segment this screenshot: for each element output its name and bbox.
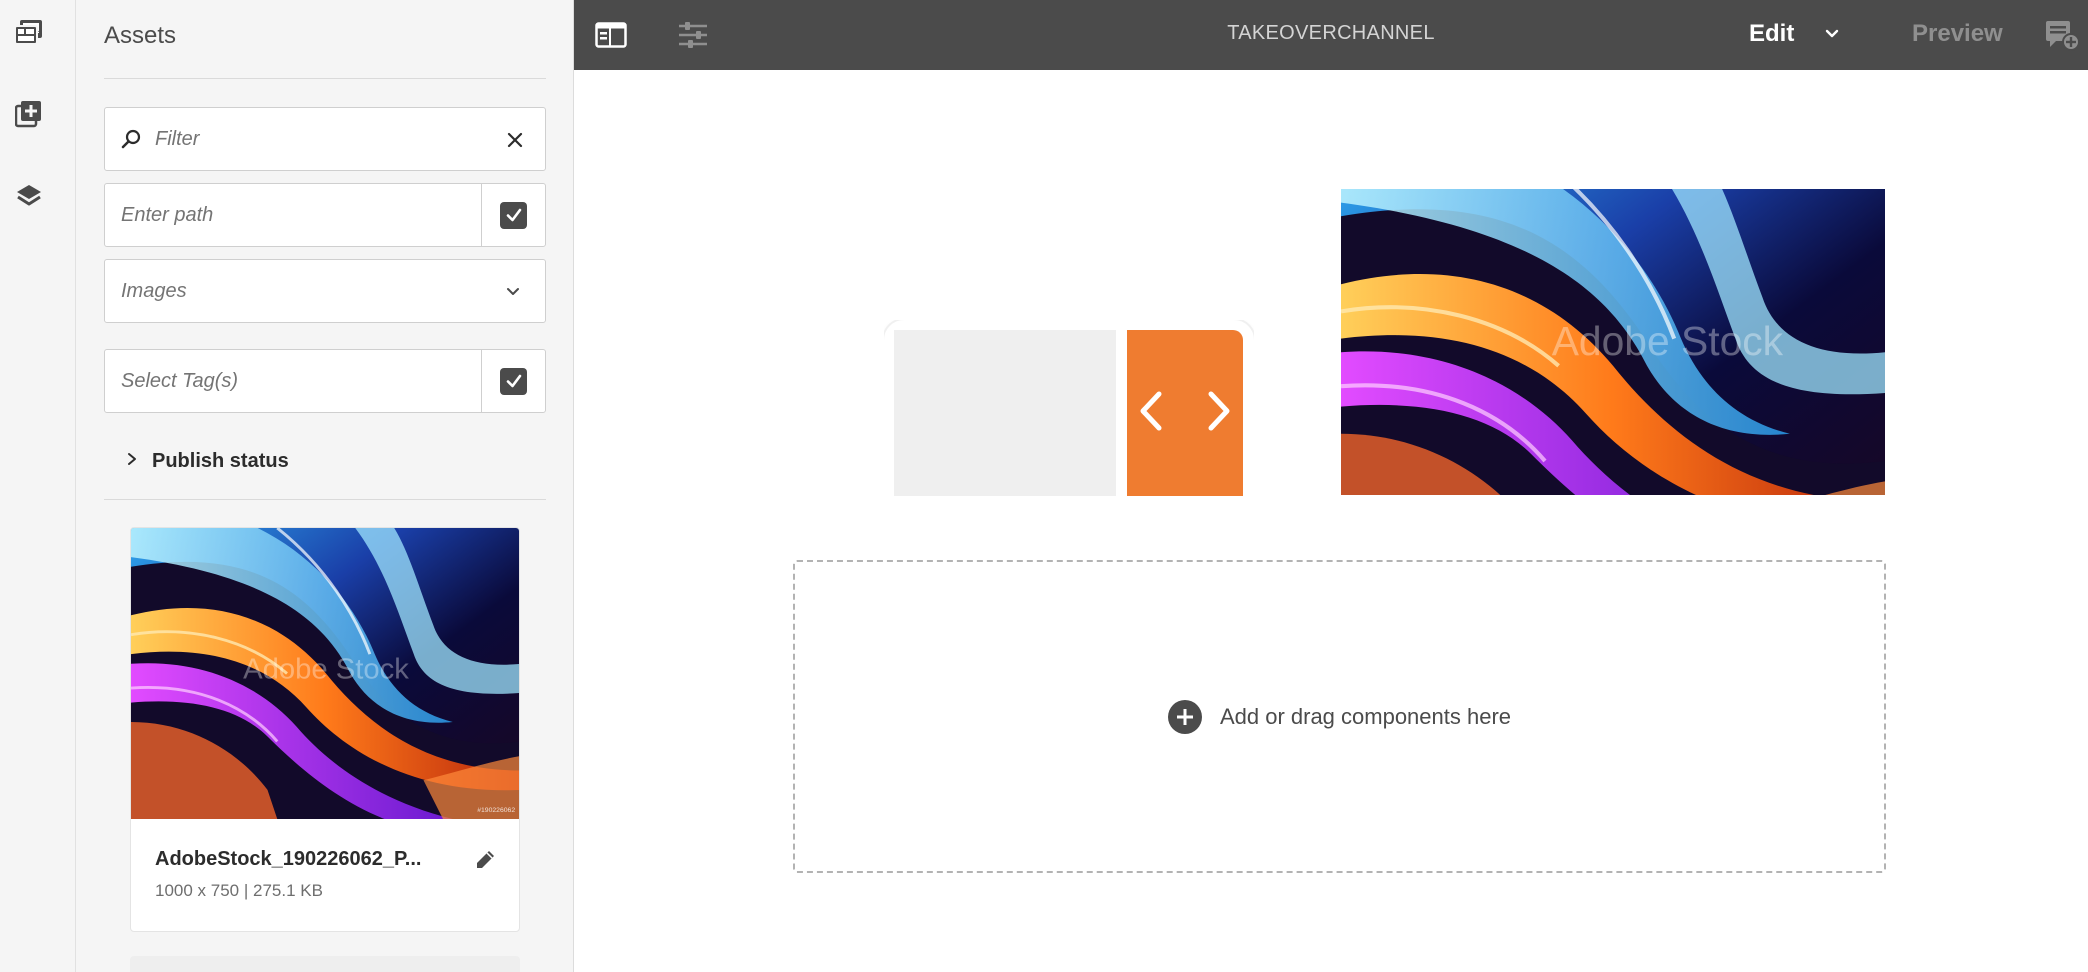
asset-card[interactable]: Adobe Stock #190226062 AdobeStock_190226… xyxy=(130,527,520,932)
chevron-right-icon xyxy=(126,452,138,471)
checkmark-icon xyxy=(500,201,527,229)
checkmark-icon xyxy=(500,367,527,395)
annotate-icon[interactable] xyxy=(2042,18,2082,52)
path-input[interactable]: Enter path xyxy=(121,204,213,227)
side-rail xyxy=(0,0,76,972)
asset-meta: 1000 x 750 | 275.1 KB xyxy=(155,881,323,900)
tags-input[interactable]: Select Tag(s) xyxy=(121,370,238,393)
publish-status-label: Publish status xyxy=(152,449,289,472)
layers-icon[interactable] xyxy=(13,180,45,212)
watermark-text: Adobe Stock xyxy=(1552,318,1784,364)
assets-panel: Assets Filter Enter path Images Select T… xyxy=(76,0,574,972)
filter-input[interactable]: Filter xyxy=(155,128,199,151)
clear-icon[interactable] xyxy=(507,132,523,148)
tags-field: Select Tag(s) xyxy=(104,349,546,413)
asset-name: AdobeStock_190226062_P... xyxy=(155,848,422,870)
divider xyxy=(104,78,546,79)
asset-thumbnail: Adobe Stock #190226062 xyxy=(131,528,520,819)
tags-picker-button[interactable] xyxy=(481,350,545,412)
carousel-component[interactable] xyxy=(884,320,1254,496)
preview-button[interactable]: Preview xyxy=(1912,20,2003,48)
watermark-text: Adobe Stock xyxy=(243,653,409,685)
chevron-left-icon[interactable] xyxy=(1135,388,1169,434)
hero-image-component[interactable]: Adobe Stock xyxy=(1341,189,1885,495)
path-field: Enter path xyxy=(104,183,546,247)
add-icon xyxy=(1167,699,1202,734)
dropzone-label: Add or drag components here xyxy=(1219,703,1512,729)
stock-id-text: #190226062 xyxy=(477,807,515,814)
divider xyxy=(104,499,546,500)
asset-type-value: Images xyxy=(121,280,187,302)
asset-card[interactable] xyxy=(130,956,520,972)
add-component-icon[interactable] xyxy=(13,98,45,130)
carousel-slide xyxy=(894,330,1116,496)
filter-field[interactable]: Filter xyxy=(104,107,546,171)
asset-library-icon[interactable] xyxy=(13,16,45,48)
publish-status-toggle[interactable]: Publish status xyxy=(126,446,289,476)
component-dropzone[interactable]: Add or drag components here xyxy=(793,560,1886,873)
asset-type-select[interactable]: Images xyxy=(104,259,546,323)
search-icon xyxy=(121,128,143,150)
page-properties-icon[interactable] xyxy=(676,18,710,52)
path-browse-button[interactable] xyxy=(481,184,545,246)
chevron-down-icon[interactable] xyxy=(1820,22,1844,46)
edit-mode-button[interactable]: Edit xyxy=(1749,20,1794,48)
editor-toolbar: TAKEOVERCHANNEL Edit Preview xyxy=(574,0,2088,70)
chevron-right-icon[interactable] xyxy=(1201,388,1235,434)
carousel-nav xyxy=(1127,330,1243,496)
toggle-side-panel-icon[interactable] xyxy=(594,18,628,52)
chevron-down-icon xyxy=(505,284,521,300)
pencil-icon[interactable] xyxy=(473,848,497,872)
panel-title: Assets xyxy=(104,22,177,49)
page-title: TAKEOVERCHANNEL xyxy=(1227,22,1435,44)
